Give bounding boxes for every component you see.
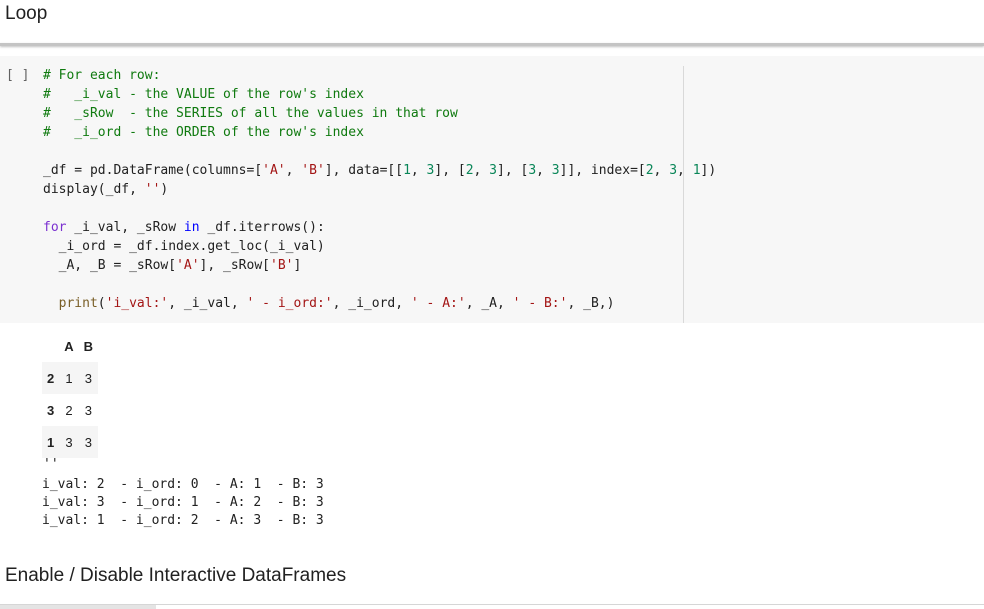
code-token: , [536, 163, 552, 178]
code-token: ) [160, 182, 169, 197]
table-row: 2 1 3 [42, 362, 99, 394]
code-token: ], [ [434, 163, 466, 178]
table-cell: 3 [84, 434, 92, 450]
print-output-line: i_val: 3 - i_ord: 1 - A: 2 - B: 3 [42, 495, 324, 510]
code-line: # _sRow - the SERIES of all the values i… [43, 104, 458, 123]
code-token: print [58, 296, 98, 311]
dataframe-output-table: A B 2 1 3 3 2 3 1 3 3 [42, 330, 99, 458]
code-line: # _i_ord - the ORDER of the row's index [43, 123, 364, 142]
code-line: _df = pd.DataFrame(columns=['A', 'B'], d… [43, 161, 716, 180]
column-header: A [64, 338, 74, 354]
table-row: 1 3 3 [42, 426, 99, 458]
code-token: ' - B:' [512, 296, 568, 311]
table-header-row: A B [42, 330, 98, 362]
display-repr-output: '' [43, 457, 59, 472]
code-token: 3 [489, 163, 497, 178]
code-token: 2 [465, 163, 474, 178]
code-token: display(_df, [43, 182, 145, 197]
code-token: ]], index=[ [559, 163, 646, 178]
code-token: ' - i_ord:' [246, 296, 333, 311]
code-token: 3 [551, 163, 560, 178]
code-token: ]) [700, 163, 717, 178]
print-output-line: i_val: 1 - i_ord: 2 - A: 3 - B: 3 [42, 513, 324, 528]
code-line: # For each row: [43, 66, 160, 85]
code-token: 'A' [262, 163, 286, 178]
cell-tab-edge [0, 605, 156, 609]
code-token: , _B,) [567, 296, 615, 311]
table-cell: 3 [65, 434, 73, 450]
code-line: display(_df, '') [43, 180, 168, 199]
code-cell[interactable]: [ ] # For each row: # _i_val - the VALUE … [0, 56, 984, 323]
table-cell: 1 [65, 370, 73, 386]
code-token: _df = pd.DataFrame(columns=[ [43, 163, 263, 178]
code-token: # For each row: [43, 68, 161, 83]
code-token: 'B' [270, 258, 294, 273]
line-length-ruler [683, 66, 684, 323]
table-cell: 3 [84, 370, 92, 386]
code-token: ], data=[[ [324, 163, 404, 178]
code-token: , [473, 163, 490, 178]
code-token: , _i_val, [168, 296, 247, 311]
code-token: # _i_ord - the ORDER of the row's index [43, 125, 364, 140]
code-editor[interactable]: # For each row: # _i_val - the VALUE of t… [43, 66, 716, 316]
code-token: 'B' [301, 163, 325, 178]
code-token: 2 [645, 163, 654, 178]
print-output: i_val: 2 - i_ord: 0 - A: 1 - B: 3 i_val:… [42, 476, 324, 530]
code-token: , [653, 163, 670, 178]
code-token: , [285, 163, 302, 178]
code-token: _i_val, _sRow [66, 220, 184, 235]
table-cell: 2 [65, 402, 73, 418]
column-header: B [83, 338, 94, 354]
code-token: , _A, [465, 296, 513, 311]
code-line: print('i_val:', _i_val, ' - i_ord:', _i_… [43, 294, 615, 313]
row-index-cell: 3 [47, 402, 55, 418]
code-token: # _i_val - the VALUE of the row's index [43, 87, 364, 102]
code-line: _A, _B = _sRow['A'], _sRow['B'] [43, 256, 302, 275]
code-token: ' - A:' [410, 296, 466, 311]
code-token: , [410, 163, 427, 178]
code-token: _df.iterrows(): [199, 220, 325, 235]
table-row: 3 2 3 [42, 394, 98, 426]
code-token: ] [293, 258, 302, 273]
code-token: 3 [528, 163, 537, 178]
print-output-line: i_val: 2 - i_ord: 0 - A: 1 - B: 3 [42, 477, 324, 492]
code-token: 3 [669, 163, 678, 178]
table-cell: 3 [84, 402, 92, 418]
code-token: 'A' [176, 258, 200, 273]
code-token: 1 [692, 163, 701, 178]
notebook-page: Loop [ ] # For each row: # _i_val - the V… [0, 0, 984, 609]
code-token: ], _sRow[ [199, 258, 270, 273]
index-header [42, 330, 59, 362]
code-token: _i_ord = _df.index.get_loc(_i_val) [43, 239, 325, 254]
row-index-cell: 1 [47, 434, 55, 450]
code-token: 'i_val:' [105, 296, 169, 311]
section-divider [0, 43, 984, 46]
code-line: _i_ord = _df.index.get_loc(_i_val) [43, 237, 325, 256]
code-token: for [43, 220, 67, 235]
code-token: , _i_ord, [332, 296, 411, 311]
run-cell-button[interactable]: [ ] [6, 68, 29, 83]
code-token: in [183, 220, 200, 235]
row-index-cell: 2 [47, 370, 55, 386]
code-line: for _i_val, _sRow in _df.iterrows(): [43, 218, 325, 237]
code-line: # _i_val - the VALUE of the row's index [43, 85, 364, 104]
code-token: 1 [403, 163, 411, 178]
code-token: , [677, 163, 693, 178]
code-token: '' [144, 182, 161, 197]
code-token: ( [97, 296, 106, 311]
code-token: # _sRow - the SERIES of all the values i… [43, 106, 458, 121]
section-heading-loop: Loop [5, 3, 48, 24]
code-token: ], [ [497, 163, 529, 178]
code-token: _A, _B = _sRow[ [43, 258, 177, 273]
section-heading-interactive-dataframes: Enable / Disable Interactive DataFrames [5, 565, 347, 586]
